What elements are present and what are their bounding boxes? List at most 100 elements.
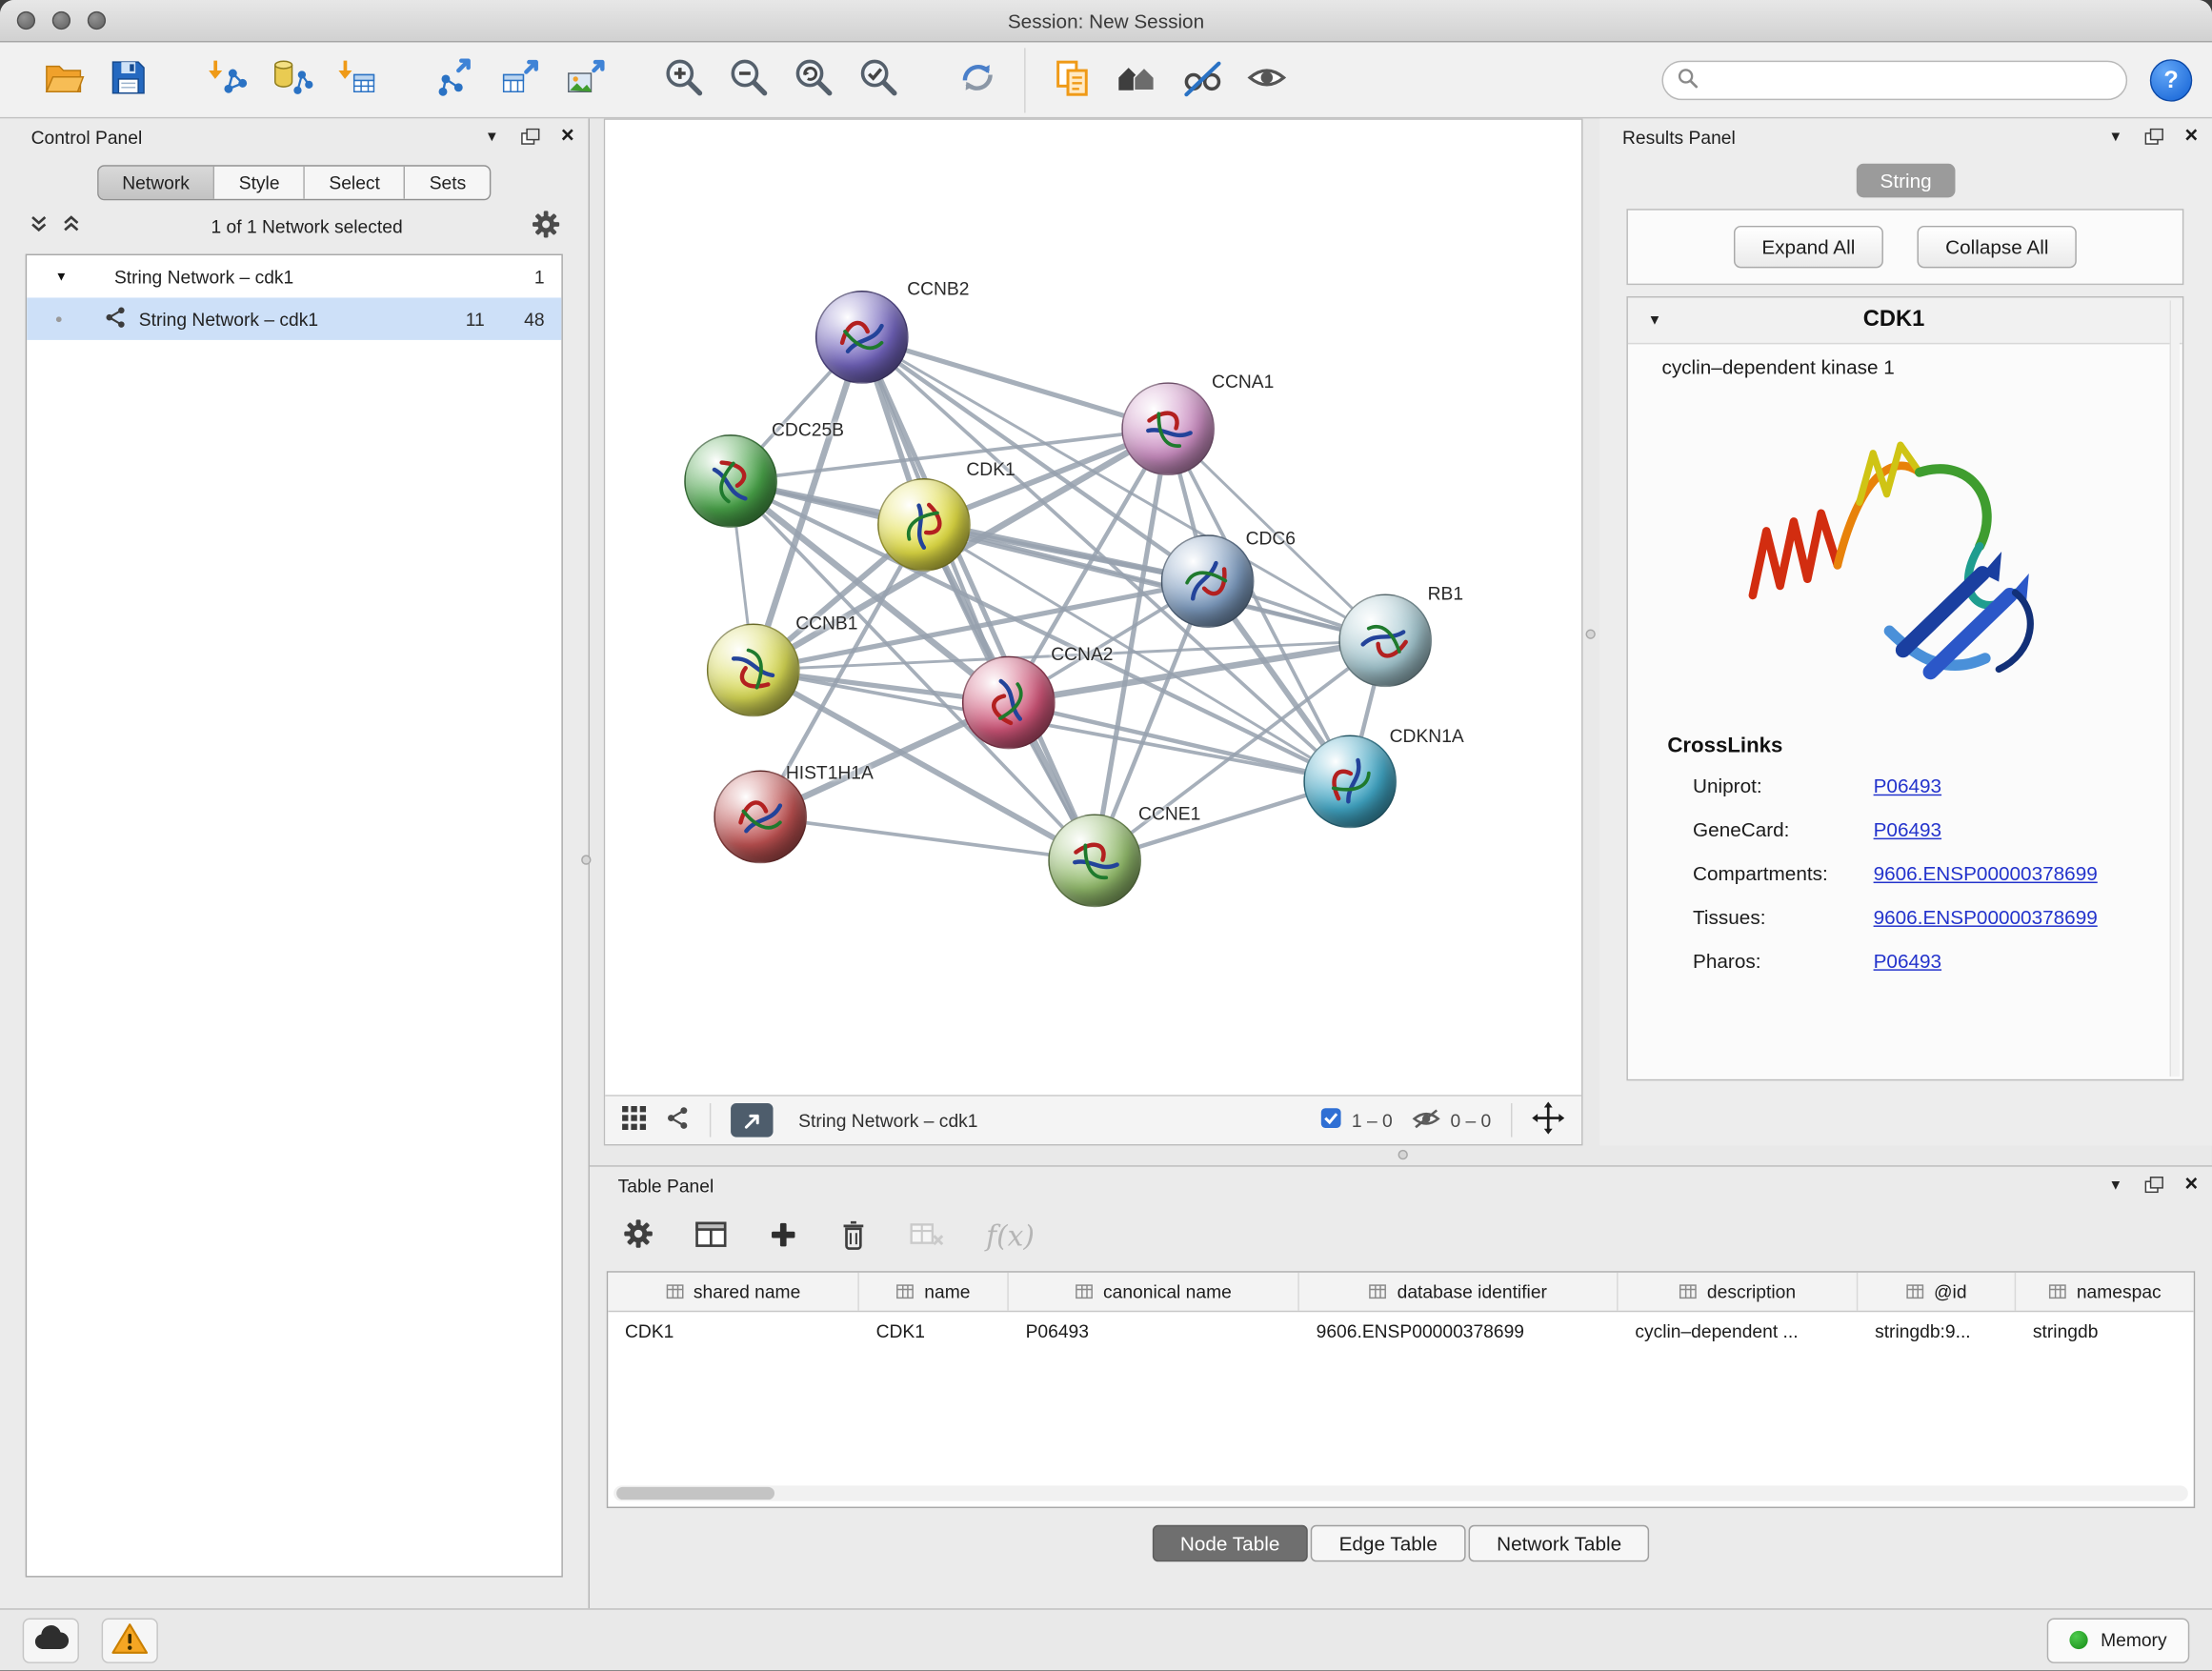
float-panel-icon[interactable] [2143, 1177, 2163, 1194]
import-network-database-button[interactable] [259, 50, 324, 110]
collapse-all-networks-icon[interactable] [61, 213, 82, 237]
export-table-button[interactable] [488, 50, 553, 110]
maximize-window-button[interactable] [88, 11, 106, 30]
crosslink-genecard-link[interactable]: P06493 [1874, 817, 1941, 840]
network-node-ccnb1[interactable] [707, 624, 800, 717]
tab-network[interactable]: Network [98, 167, 214, 199]
right-splitter-handle[interactable] [1585, 629, 1595, 638]
close-window-button[interactable] [17, 11, 35, 30]
export-image-button[interactable] [553, 50, 617, 110]
show-columns-icon[interactable] [695, 1219, 727, 1252]
column-header-shared-name[interactable]: shared name [608, 1273, 859, 1311]
save-session-button[interactable] [96, 50, 161, 110]
cloud-status-button[interactable] [23, 1618, 79, 1662]
zoom-selected-button[interactable] [847, 50, 912, 110]
column-header-description[interactable]: description [1619, 1273, 1859, 1311]
network-options-gear-icon[interactable] [532, 210, 560, 242]
panel-menu-icon[interactable]: ▼ [485, 129, 499, 144]
tab-style[interactable]: Style [215, 167, 306, 199]
left-splitter-handle[interactable] [581, 855, 591, 864]
network-node-ccne1[interactable] [1048, 814, 1141, 907]
results-tab-string[interactable]: String [1856, 164, 1956, 198]
close-panel-icon[interactable]: × [561, 126, 574, 149]
memory-button[interactable]: Memory [2047, 1618, 2189, 1662]
close-panel-icon[interactable]: × [2184, 126, 2198, 149]
network-edge-ccnb2-ccna1[interactable] [862, 337, 1168, 429]
network-node-rb1[interactable] [1338, 594, 1432, 687]
panel-menu-icon[interactable]: ▼ [2109, 1178, 2123, 1193]
expand-all-button[interactable]: Expand All [1734, 226, 1883, 268]
network-row[interactable]: ● String Network – cdk1 11 48 [27, 297, 561, 339]
network-node-ccna2[interactable] [962, 656, 1056, 750]
import-network-icon [206, 56, 248, 103]
network-node-hist1h1a[interactable] [714, 771, 807, 864]
table-horizontal-scrollbar[interactable] [613, 1485, 2188, 1500]
zoom-out-button[interactable] [716, 50, 781, 110]
column-header-canonical-name[interactable]: canonical name [1009, 1273, 1299, 1311]
tab-sets[interactable]: Sets [406, 167, 491, 199]
zoom-in-button[interactable] [652, 50, 716, 110]
horizontal-splitter[interactable] [590, 1145, 2212, 1165]
zoom-out-icon [728, 56, 770, 103]
column-header-namespace[interactable]: namespac [2016, 1273, 2194, 1311]
zoom-fit-button[interactable] [781, 50, 846, 110]
network-node-count: 11 [466, 309, 485, 330]
crosslink-pharos-link[interactable]: P06493 [1874, 949, 1941, 972]
delete-column-trash-icon[interactable] [839, 1218, 868, 1254]
network-node-label-cdc25b: CDC25B [772, 419, 844, 440]
create-column-plus-icon[interactable] [769, 1219, 797, 1252]
export-network-button[interactable] [423, 50, 488, 110]
collapse-protein-icon[interactable]: ▼ [1648, 312, 1662, 328]
tab-network-table[interactable]: Network Table [1469, 1525, 1650, 1562]
collapse-collection-icon[interactable]: ▼ [55, 270, 72, 284]
network-node-cdc6[interactable] [1161, 534, 1255, 628]
search-input[interactable] [1708, 70, 2112, 91]
hide-selected-button[interactable] [1170, 50, 1235, 110]
crosslink-tissues-link[interactable]: 9606.ENSP00000378699 [1874, 905, 2098, 928]
table-settings-gear-icon[interactable] [624, 1218, 654, 1253]
expand-all-networks-icon[interactable] [29, 213, 50, 237]
scrollbar-thumb[interactable] [616, 1487, 774, 1500]
column-header-name[interactable]: name [859, 1273, 1009, 1311]
warnings-button[interactable] [102, 1618, 158, 1662]
pan-tool-button[interactable] [1532, 1102, 1564, 1139]
refresh-layout-button[interactable] [945, 50, 1010, 110]
help-button[interactable]: ? [2150, 58, 2192, 100]
tab-select[interactable]: Select [305, 167, 405, 199]
open-session-button[interactable] [31, 50, 96, 110]
glasses-slash-icon [1180, 56, 1222, 103]
network-canvas[interactable]: CCNB2CCNA1CDC25BCDK1CDC6RB1CCNB1CCNA2CDK… [605, 120, 1581, 1095]
collapse-all-button[interactable]: Collapse All [1917, 226, 2077, 268]
network-collection-row[interactable]: ▼ String Network – cdk1 1 [27, 255, 561, 297]
control-panel-tabs: Network Style Select Sets [97, 165, 492, 200]
network-node-ccna1[interactable] [1121, 382, 1215, 475]
panel-menu-icon[interactable]: ▼ [2109, 129, 2123, 144]
network-node-cdkn1a[interactable] [1303, 735, 1397, 829]
birdseye-toggle-button[interactable] [622, 1106, 646, 1135]
open-in-new-window-button[interactable] [731, 1103, 773, 1137]
tab-node-table[interactable]: Node Table [1152, 1525, 1308, 1562]
minimize-window-button[interactable] [52, 11, 70, 30]
tab-edge-table[interactable]: Edge Table [1311, 1525, 1466, 1562]
share-network-button[interactable] [666, 1106, 690, 1135]
close-panel-icon[interactable]: × [2184, 1174, 2198, 1197]
float-panel-icon[interactable] [2143, 129, 2163, 146]
crosslink-compartments-link[interactable]: 9606.ENSP00000378699 [1874, 861, 2098, 884]
notes-document-button[interactable] [1039, 50, 1104, 110]
results-scrollbar[interactable] [2170, 300, 2180, 1076]
column-header-database-identifier[interactable]: database identifier [1299, 1273, 1619, 1311]
network-view-title: String Network – cdk1 [798, 1110, 977, 1131]
network-node-cdc25b[interactable] [684, 434, 777, 528]
network-edge-ccne1-hist1h1a[interactable] [760, 816, 1095, 860]
import-network-file-button[interactable] [194, 50, 259, 110]
crosslink-uniprot-link[interactable]: P06493 [1874, 774, 1941, 796]
network-node-ccnb2[interactable] [815, 291, 909, 384]
float-panel-icon[interactable] [520, 129, 540, 146]
network-node-cdk1[interactable] [877, 478, 971, 572]
import-table-file-button[interactable] [325, 50, 390, 110]
column-header-id[interactable]: @id [1858, 1273, 2016, 1311]
horizontal-splitter-handle[interactable] [1398, 1150, 1408, 1159]
show-hidden-button[interactable] [1235, 50, 1299, 110]
table-row[interactable]: CDK1 CDK1 P06493 9606.ENSP00000378699 cy… [608, 1312, 2193, 1350]
home-button[interactable] [1105, 50, 1170, 110]
